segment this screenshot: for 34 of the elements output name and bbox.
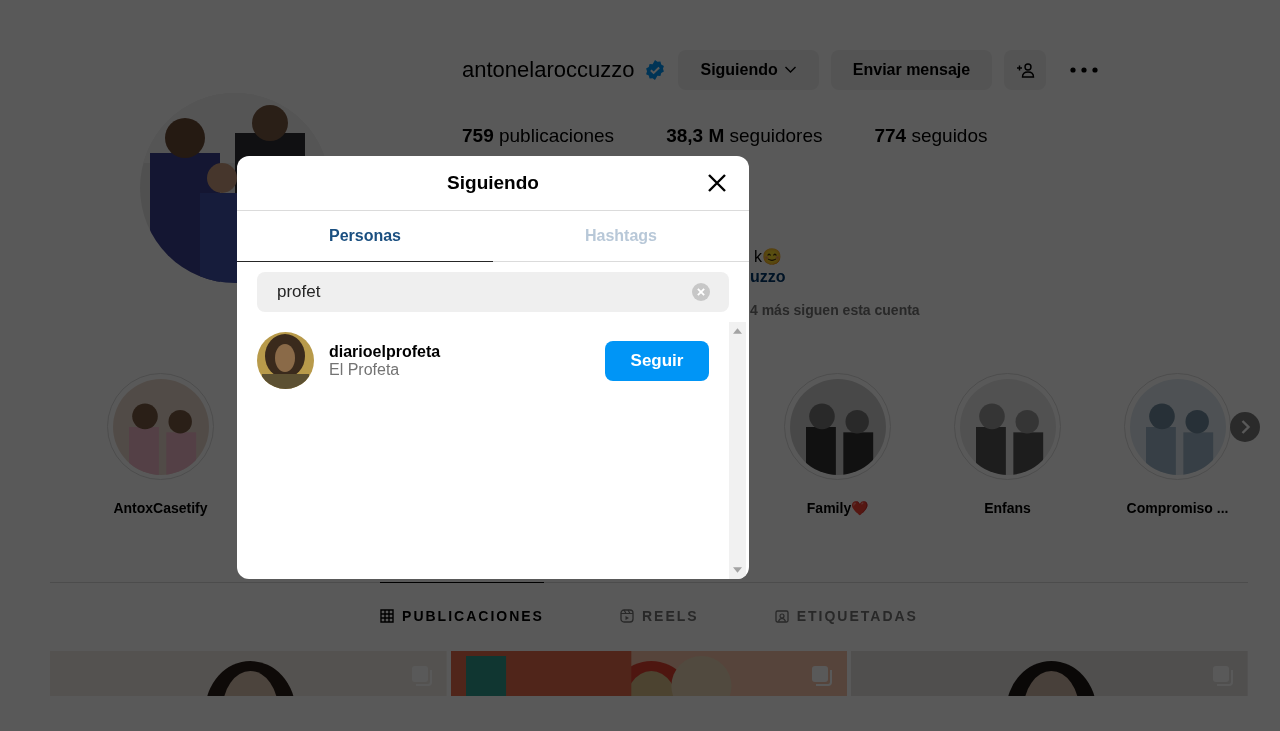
clear-icon[interactable] [692, 283, 710, 301]
highlight-title[interactable]: Family❤ [806, 500, 869, 516]
dialog-tab[interactable]: Hashtags [493, 211, 749, 262]
tagged-icon [774, 609, 789, 623]
message-button[interactable]: Enviar mensaje [830, 50, 993, 90]
more-options-icon[interactable] [1070, 67, 1099, 73]
highlight-title[interactable]: AntoxCasetify [113, 500, 208, 516]
scroll-down-icon[interactable] [733, 567, 742, 573]
account-name: El Profeta [329, 360, 401, 379]
highlight-title[interactable]: Compromiso ... [1126, 500, 1229, 516]
carousel-icon [811, 665, 834, 687]
bio-link[interactable]: uzzo [750, 268, 786, 286]
profile-tab[interactable]: PUBLICACIONES [380, 582, 544, 649]
following-button[interactable]: Siguiendo [678, 50, 819, 90]
caret-icon [783, 66, 797, 74]
account-username[interactable]: diarioelprofeta [329, 342, 605, 361]
scrollbar[interactable] [729, 322, 746, 579]
scroll-up-icon[interactable] [733, 328, 742, 334]
follow-button[interactable]: Seguir [605, 340, 709, 381]
search-field[interactable]: profet [257, 272, 729, 312]
profile-stat[interactable]: 774 seguidos [874, 125, 988, 147]
close-icon[interactable] [707, 173, 727, 193]
add-person-button[interactable] [1004, 50, 1047, 90]
dialog-tab[interactable]: Personas [237, 211, 493, 262]
highlight-title[interactable]: Enfans [984, 500, 1031, 516]
reels-icon [619, 609, 634, 623]
add-person-icon [1015, 62, 1036, 78]
profile-stat[interactable]: 38,3 M seguidores [666, 125, 823, 147]
grid-icon [380, 609, 395, 623]
verified-badge-icon [644, 59, 667, 81]
bio-text: k😊 [754, 247, 782, 266]
profile-stat[interactable]: 759 publicaciones [462, 125, 615, 147]
dialog-title: Siguiendo [447, 172, 539, 194]
username: antonelaroccuzzo [462, 57, 635, 83]
